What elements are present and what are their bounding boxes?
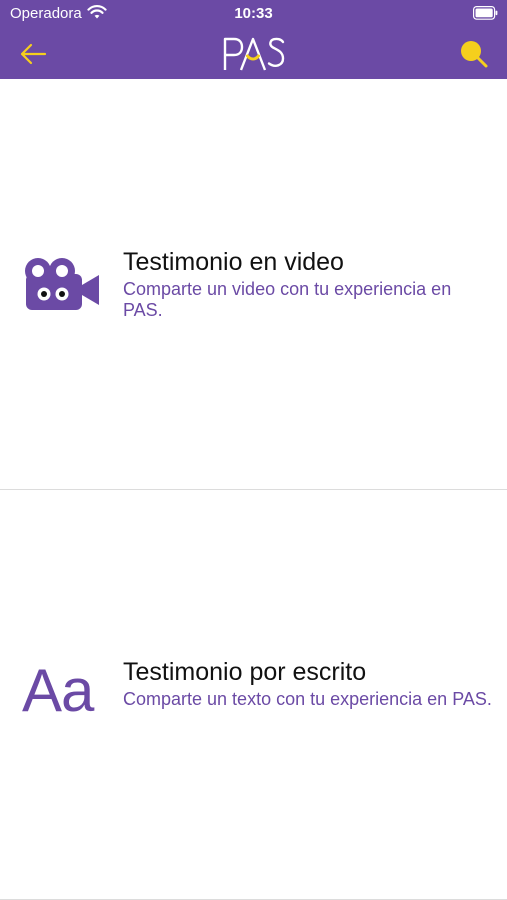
video-camera-icon xyxy=(25,258,99,310)
option-title: Testimonio en video xyxy=(123,248,344,276)
arrow-left-icon xyxy=(20,43,47,65)
option-written-testimony[interactable]: Aa Testimonio por escrito Comparte un te… xyxy=(0,490,507,900)
option-video-testimony[interactable]: Testimonio en video Comparte un video co… xyxy=(0,79,507,489)
back-button[interactable] xyxy=(14,37,52,71)
option-description: Comparte un video con tu experiencia en … xyxy=(123,279,452,320)
text-icon: Aa xyxy=(22,657,94,724)
pas-logo xyxy=(223,37,285,71)
app-screen: Operadora 10:33 Testimonio en video Comp… xyxy=(0,0,507,900)
status-bar: Operadora 10:33 xyxy=(0,0,507,28)
top-bar: Operadora 10:33 xyxy=(0,0,507,79)
option-description: Comparte un texto con tu experiencia en … xyxy=(123,689,492,709)
navigation-bar xyxy=(0,28,507,79)
battery-icon xyxy=(473,6,498,20)
search-button[interactable] xyxy=(457,37,491,71)
option-title: Testimonio por escrito xyxy=(123,658,367,686)
search-icon xyxy=(461,41,488,68)
clock: 10:33 xyxy=(234,5,273,22)
